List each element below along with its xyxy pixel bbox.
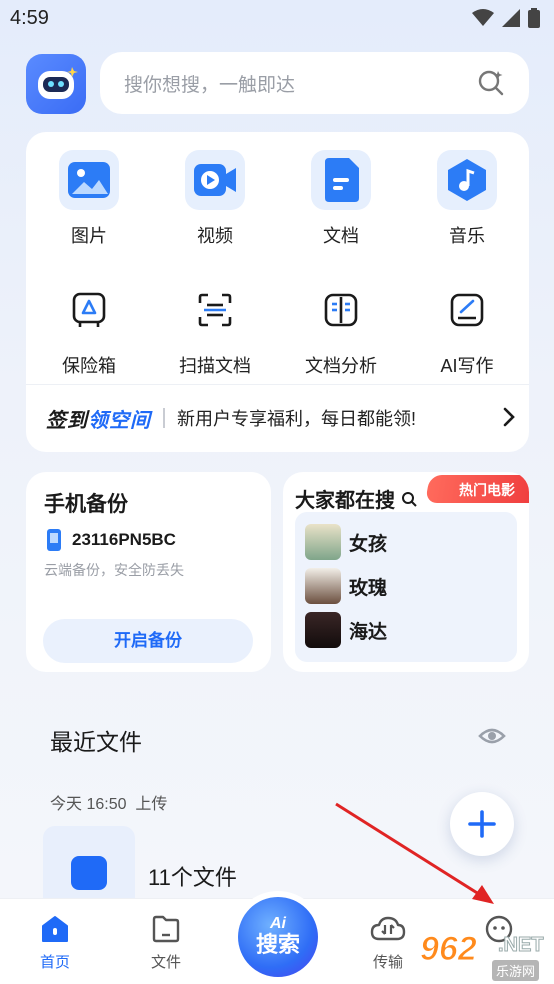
annotation-arrow [335,802,494,904]
watermark-logo: 962 .NET 乐游网 [420,930,544,981]
